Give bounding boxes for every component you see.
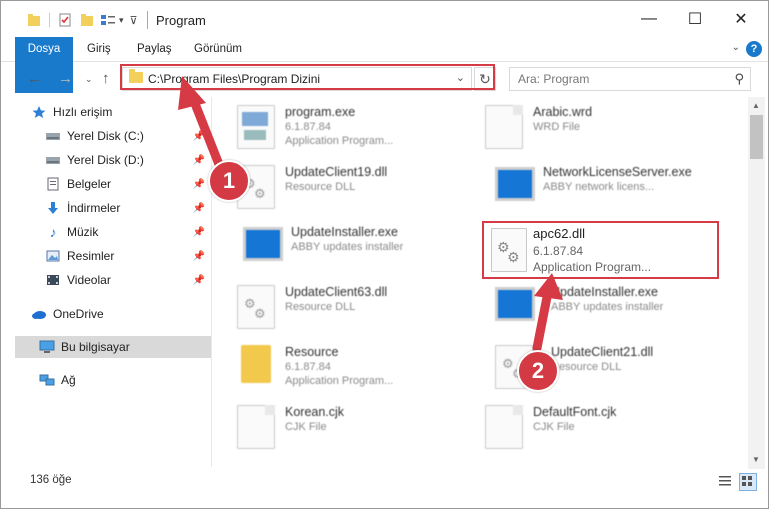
step-2-badge: 2 [517,350,559,392]
arrow-1 [178,76,227,177]
step-1-badge: 1 [208,160,250,202]
arrow-2 [532,273,563,353]
annotation-arrows [178,76,563,353]
